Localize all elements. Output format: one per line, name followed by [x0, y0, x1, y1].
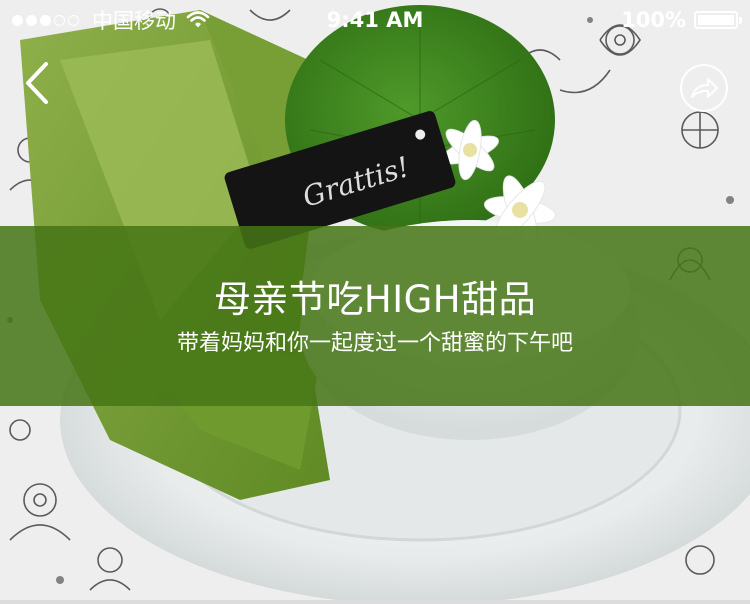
battery-percent: 100% [621, 8, 686, 32]
back-button[interactable] [18, 58, 58, 108]
battery-icon [694, 11, 742, 29]
battery-cap [739, 17, 742, 24]
chevron-left-icon [26, 62, 48, 104]
promo-subtitle: 带着妈妈和你一起度过一个甜蜜的下午吧 [176, 331, 573, 356]
article-screen: Grattis! 中国移动 9:41 AM 100% 母亲节吃HIGH甜品 带着… [0, 0, 750, 604]
status-bar: 中国移动 9:41 AM 100% [0, 0, 750, 40]
share-button[interactable] [680, 64, 728, 112]
share-arrow-icon [691, 78, 718, 98]
promo-banner[interactable]: 母亲节吃HIGH甜品 带着妈妈和你一起度过一个甜蜜的下午吧 [0, 226, 750, 406]
status-right: 100% [621, 6, 742, 34]
battery-fill [698, 15, 734, 25]
promo-title: 母亲节吃HIGH甜品 [213, 278, 537, 321]
